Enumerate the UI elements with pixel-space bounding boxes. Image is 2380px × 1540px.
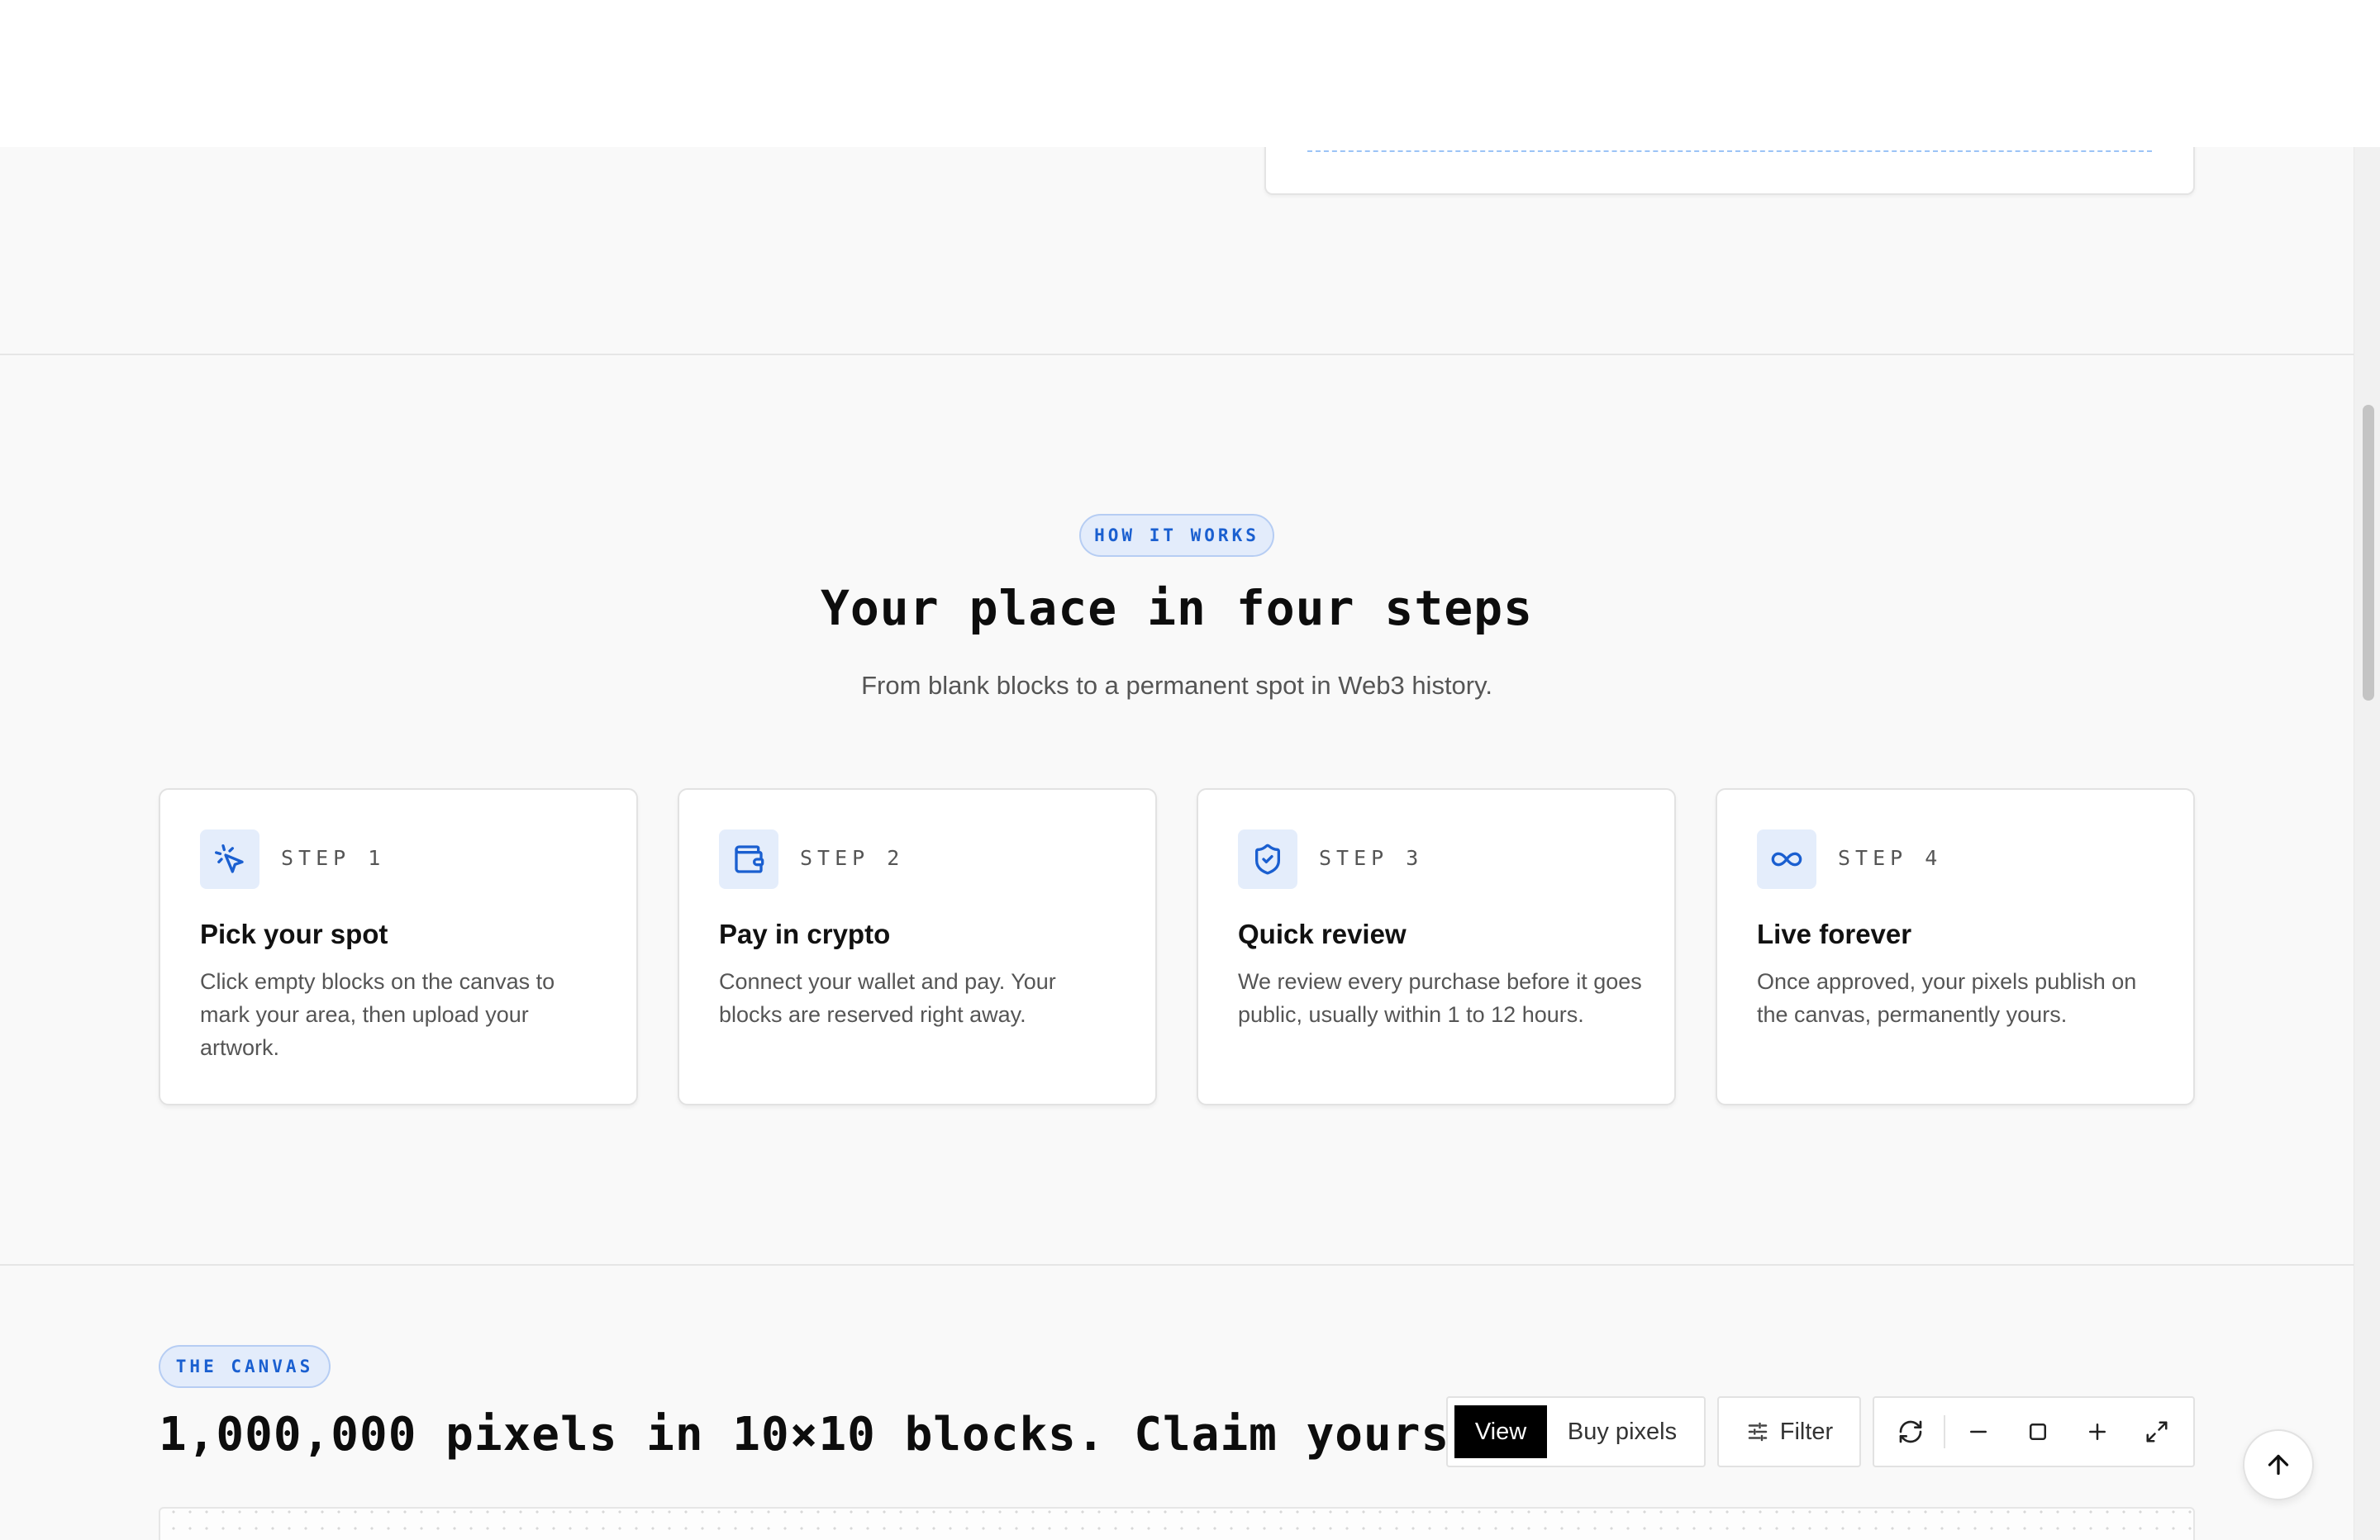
infinity-icon — [1757, 829, 1816, 889]
toolbar-separator — [1944, 1415, 1945, 1448]
scrollbar-thumb[interactable] — [2363, 405, 2374, 701]
arrow-up-icon — [2263, 1450, 2293, 1480]
step-title: Pay in crypto — [719, 919, 891, 949]
step-title: Pick your spot — [200, 919, 388, 949]
step-title: Live forever — [1757, 919, 1912, 949]
page-scrollbar[interactable] — [2354, 147, 2380, 1540]
step-label: STEP 4 — [1838, 846, 1943, 870]
cursor-click-icon — [200, 829, 259, 889]
shield-check-icon — [1238, 829, 1297, 889]
step-label: STEP 2 — [800, 846, 905, 870]
section-divider — [0, 354, 2354, 355]
top-header — [0, 0, 2380, 147]
sliders-icon — [1745, 1419, 1770, 1444]
step-description: Connect your wallet and pay. Your blocks… — [719, 969, 1056, 1027]
how-it-works-title: Your place in four steps — [820, 580, 1534, 636]
zoom-out-icon[interactable] — [1949, 1405, 2008, 1458]
step-title: Quick review — [1238, 919, 1407, 949]
how-it-works-subtitle: From blank blocks to a permanent spot in… — [861, 671, 1492, 700]
filter-button[interactable]: Filter — [1717, 1396, 1861, 1467]
step-description: We review every purchase before it goes … — [1238, 969, 1642, 1027]
step-card-3: STEP 3 Quick review We review every purc… — [1197, 788, 1676, 1105]
mode-toggle: View Buy pixels — [1446, 1396, 1706, 1467]
dashed-divider — [1307, 149, 2152, 152]
zoom-in-icon[interactable] — [2068, 1405, 2127, 1458]
fit-view-icon[interactable] — [2008, 1405, 2068, 1458]
canvas-controls — [1873, 1396, 2195, 1467]
step-card-2: STEP 2 Pay in crypto Connect your wallet… — [678, 788, 1157, 1105]
step-label: STEP 1 — [281, 846, 386, 870]
refresh-icon[interactable] — [1881, 1405, 1940, 1458]
scroll-to-top-button[interactable] — [2243, 1429, 2314, 1500]
step-description: Once approved, your pixels publish on th… — [1757, 969, 2137, 1027]
step-card-4: STEP 4 Live forever Once approved, your … — [1716, 788, 2195, 1105]
fullscreen-icon[interactable] — [2127, 1405, 2187, 1458]
pixel-canvas[interactable] — [159, 1507, 2195, 1540]
view-mode-button[interactable]: View — [1454, 1405, 1547, 1458]
buy-pixels-mode-button[interactable]: Buy pixels — [1547, 1405, 1697, 1458]
step-card-1: STEP 1 Pick your spot Click empty blocks… — [159, 788, 638, 1105]
filter-label: Filter — [1779, 1418, 1834, 1445]
canvas-title: 1,000,000 pixels in 10×10 blocks. Claim … — [159, 1408, 1478, 1462]
section-divider — [0, 1264, 2354, 1266]
how-it-works-badge: HOW IT WORKS — [1079, 514, 1274, 557]
canvas-badge: THE CANVAS — [159, 1345, 331, 1388]
wallet-icon — [719, 829, 778, 889]
step-description: Click empty blocks on the canvas to mark… — [200, 969, 555, 1060]
step-label: STEP 3 — [1319, 846, 1424, 870]
